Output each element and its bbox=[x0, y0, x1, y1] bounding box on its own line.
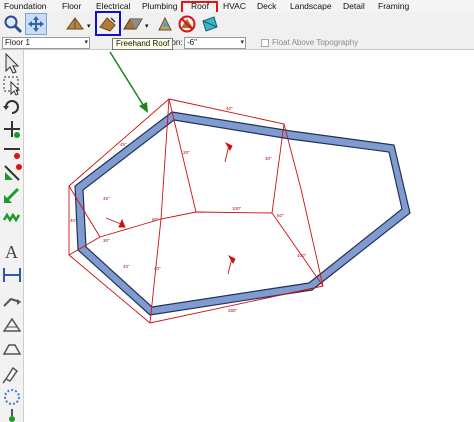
roof-label: 45" bbox=[120, 142, 127, 147]
gable-icon[interactable] bbox=[1, 314, 23, 336]
roof-label: 100" bbox=[232, 206, 242, 211]
freehand-roof-highlight bbox=[95, 11, 121, 36]
menu-landscape[interactable]: Landscape bbox=[290, 1, 332, 11]
roof-dropdown-arrow[interactable]: ▾ bbox=[87, 22, 91, 30]
roof-label: 40" bbox=[123, 264, 130, 269]
roof-label: 30" bbox=[103, 238, 110, 243]
select-area-icon[interactable] bbox=[1, 74, 23, 96]
roof-label: 40" bbox=[70, 218, 77, 223]
tooltip: Freehand Roof bbox=[112, 38, 174, 50]
menu-hvac[interactable]: HVAC bbox=[223, 1, 246, 11]
menu-floor[interactable]: Floor bbox=[62, 1, 81, 11]
options-bar: Floor 1▾ ation: -6"▾ Float Above Topogra… bbox=[0, 36, 474, 50]
magnifier-icon[interactable] bbox=[2, 13, 24, 35]
roof-label: 20" bbox=[183, 150, 190, 155]
roof-panel-icon[interactable] bbox=[122, 13, 144, 35]
annotation-arrow bbox=[109, 51, 148, 113]
text-icon[interactable]: A bbox=[1, 240, 23, 262]
roof-label: 45" bbox=[103, 196, 110, 201]
hip-icon[interactable] bbox=[1, 338, 23, 360]
hip-line-5[interactable] bbox=[271, 212, 324, 287]
slope-arrow bbox=[105, 217, 122, 225]
edit-point-icon[interactable] bbox=[1, 162, 23, 184]
floor-select[interactable]: Floor 1 ▾ bbox=[2, 37, 90, 49]
toolbar: ▾ ▾ bbox=[0, 12, 474, 36]
elevation-input[interactable]: -6" ▾ bbox=[184, 37, 246, 49]
roof-plan-drawing[interactable]: 40" 45" 20" 30" 45" 60" 100" 50" 40" 30"… bbox=[25, 50, 474, 422]
roof-icon[interactable] bbox=[64, 13, 86, 35]
eye-dropper-icon[interactable] bbox=[1, 362, 23, 384]
roof-label: 60" bbox=[152, 217, 159, 222]
roof-plane-icon[interactable] bbox=[199, 13, 221, 35]
roof-label: 50" bbox=[277, 213, 284, 218]
float-label: Float Above Topography bbox=[272, 38, 359, 47]
skylight-icon[interactable] bbox=[154, 13, 176, 35]
no-symbol-icon[interactable] bbox=[176, 13, 198, 35]
svg-text:A: A bbox=[5, 242, 18, 262]
rotate-icon[interactable] bbox=[1, 96, 23, 118]
drawing-canvas[interactable]: 40" 45" 20" 30" 45" 60" 100" 50" 40" 30"… bbox=[25, 50, 474, 422]
float-checkbox[interactable] bbox=[261, 39, 269, 47]
menu-framing[interactable]: Framing bbox=[378, 1, 409, 11]
panel-dropdown-arrow[interactable]: ▾ bbox=[145, 22, 149, 30]
tool-palette: A bbox=[0, 50, 24, 422]
point-tool-icon[interactable] bbox=[1, 140, 23, 162]
circle-dots-icon[interactable] bbox=[1, 386, 23, 408]
pattern-icon[interactable] bbox=[1, 206, 23, 228]
slope-arrows bbox=[105, 141, 236, 275]
roof-label: 100" bbox=[297, 253, 307, 258]
menu-plumbing[interactable]: Plumbing bbox=[142, 1, 177, 11]
move-icon[interactable] bbox=[1, 118, 23, 140]
menu-foundation[interactable]: Foundation bbox=[4, 1, 47, 11]
menu-deck[interactable]: Deck bbox=[257, 1, 276, 11]
menu-detail[interactable]: Detail bbox=[343, 1, 365, 11]
roof-label: 40" bbox=[226, 106, 233, 111]
roof-label: 280" bbox=[228, 308, 238, 313]
ridge-line[interactable] bbox=[99, 211, 273, 238]
arc-icon[interactable] bbox=[1, 290, 23, 312]
menu-bar: Foundation Floor Electrical Plumbing Roo… bbox=[0, 0, 474, 12]
snap-icon[interactable] bbox=[1, 408, 23, 422]
select-arrow-icon[interactable] bbox=[1, 52, 23, 74]
roof-label: 40" bbox=[154, 266, 161, 271]
add-point-icon[interactable] bbox=[1, 184, 23, 206]
menu-electrical[interactable]: Electrical bbox=[96, 1, 130, 11]
roof-dimension-labels: 40" 45" 20" 30" 45" 60" 100" 50" 40" 30"… bbox=[70, 106, 307, 313]
pan-icon[interactable] bbox=[25, 13, 47, 35]
roof-label: 30" bbox=[265, 156, 272, 161]
dimension-icon[interactable] bbox=[1, 264, 23, 286]
